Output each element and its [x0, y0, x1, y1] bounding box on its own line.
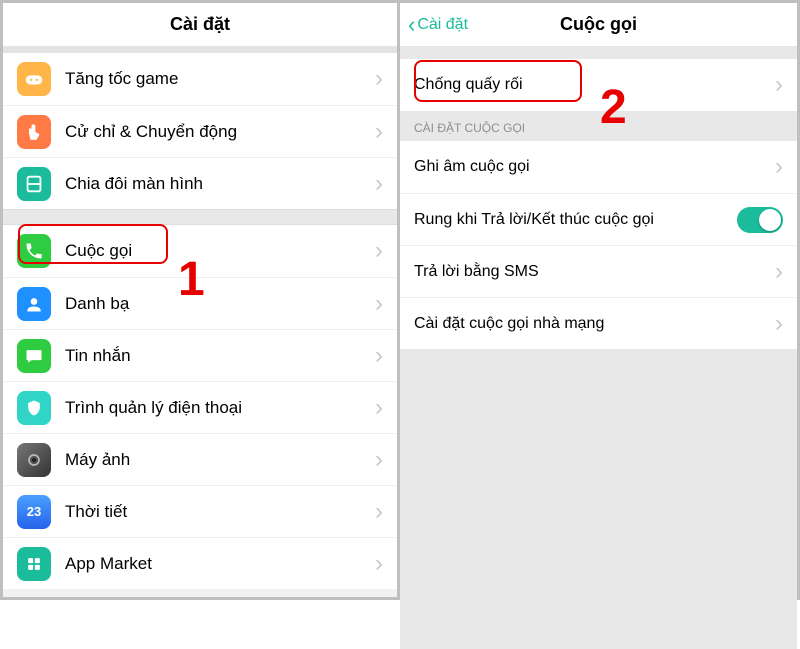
- chevron-right-icon: ›: [375, 396, 383, 420]
- split-icon: [17, 167, 51, 201]
- chevron-right-icon: ›: [375, 344, 383, 368]
- left-header: Cài đặt: [3, 3, 397, 47]
- chevron-right-icon: ›: [375, 500, 383, 524]
- panel-divider: [397, 3, 400, 597]
- row-weather[interactable]: 23 Thời tiết ›: [3, 485, 397, 537]
- toggle-vibrate[interactable]: [737, 207, 783, 233]
- row-label: Cử chỉ & Chuyển động: [65, 122, 375, 142]
- chevron-right-icon: ›: [775, 73, 783, 97]
- gap: [400, 47, 797, 59]
- right-group2: Ghi âm cuộc gọi › Rung khi Trả lời/Kết t…: [400, 141, 797, 349]
- row-label: Rung khi Trả lời/Kết thúc cuộc gọi: [414, 211, 737, 229]
- row-label: Chia đôi màn hình: [65, 174, 375, 194]
- chevron-right-icon: ›: [775, 260, 783, 284]
- row-game-boost[interactable]: Tăng tốc game ›: [3, 53, 397, 105]
- back-button[interactable]: ‹ Cài đặt: [408, 3, 468, 46]
- row-vibrate[interactable]: Rung khi Trả lời/Kết thúc cuộc gọi: [400, 193, 797, 245]
- row-label: Cuộc gọi: [65, 241, 375, 261]
- section-header-call-settings: CÀI ĐẶT CUỘC GỌI: [400, 111, 797, 141]
- row-label: Trả lời bằng SMS: [414, 263, 775, 281]
- right-panel: ‹ Cài đặt Cuộc gọi Chống quấy rối › CÀI …: [400, 3, 797, 597]
- left-title: Cài đặt: [170, 14, 230, 35]
- shield-icon: [17, 391, 51, 425]
- row-sms-reply[interactable]: Trả lời bằng SMS ›: [400, 245, 797, 297]
- row-messages[interactable]: Tin nhắn ›: [3, 329, 397, 381]
- weather-badge: 23: [27, 504, 41, 519]
- chevron-right-icon: ›: [375, 292, 383, 316]
- row-carrier[interactable]: Cài đặt cuộc gọi nhà mạng ›: [400, 297, 797, 349]
- chevron-left-icon: ‹: [408, 14, 415, 36]
- row-camera[interactable]: Máy ảnh ›: [3, 433, 397, 485]
- camera-icon: [17, 443, 51, 477]
- row-phone-manager[interactable]: Trình quản lý điện thoại ›: [3, 381, 397, 433]
- row-label: Chống quấy rối: [414, 76, 775, 94]
- row-label: App Market: [65, 554, 375, 574]
- right-header: ‹ Cài đặt Cuộc gọi: [400, 3, 797, 47]
- phone-icon: [17, 234, 51, 268]
- row-label: Thời tiết: [65, 502, 375, 522]
- right-title: Cuộc gọi: [560, 14, 637, 35]
- game-icon: [17, 62, 51, 96]
- chevron-right-icon: ›: [775, 155, 783, 179]
- row-label: Tin nhắn: [65, 346, 375, 366]
- row-split-screen[interactable]: Chia đôi màn hình ›: [3, 157, 397, 209]
- chevron-right-icon: ›: [375, 120, 383, 144]
- chevron-right-icon: ›: [375, 67, 383, 91]
- row-anti-harass[interactable]: Chống quấy rối ›: [400, 59, 797, 111]
- finger-icon: [17, 115, 51, 149]
- chevron-right-icon: ›: [375, 448, 383, 472]
- right-group1: Chống quấy rối ›: [400, 59, 797, 111]
- chevron-right-icon: ›: [375, 239, 383, 263]
- row-label: Trình quản lý điện thoại: [65, 398, 375, 418]
- left-panel: Cài đặt Tăng tốc game › Cử chỉ & Chuyển …: [3, 3, 397, 597]
- row-contacts[interactable]: Danh bạ ›: [3, 277, 397, 329]
- weather-icon: 23: [17, 495, 51, 529]
- row-label: Ghi âm cuộc gọi: [414, 158, 775, 176]
- message-icon: [17, 339, 51, 373]
- row-gesture[interactable]: Cử chỉ & Chuyển động ›: [3, 105, 397, 157]
- section-gap: [3, 209, 397, 225]
- chevron-right-icon: ›: [775, 312, 783, 336]
- empty-space: [400, 349, 797, 649]
- chevron-right-icon: ›: [375, 172, 383, 196]
- row-app-market[interactable]: App Market ›: [3, 537, 397, 589]
- row-label: Cài đặt cuộc gọi nhà mạng: [414, 315, 775, 333]
- settings-list-group2: Cuộc gọi › Danh bạ › Tin nhắn › Trình qu…: [3, 225, 397, 589]
- chevron-right-icon: ›: [375, 552, 383, 576]
- row-label: Tăng tốc game: [65, 69, 375, 89]
- row-record[interactable]: Ghi âm cuộc gọi ›: [400, 141, 797, 193]
- back-label: Cài đặt: [417, 16, 468, 34]
- row-label: Máy ảnh: [65, 450, 375, 470]
- row-call[interactable]: Cuộc gọi ›: [3, 225, 397, 277]
- market-icon: [17, 547, 51, 581]
- user-icon: [17, 287, 51, 321]
- settings-list-group1: Tăng tốc game › Cử chỉ & Chuyển động › C…: [3, 53, 397, 209]
- row-label: Danh bạ: [65, 294, 375, 314]
